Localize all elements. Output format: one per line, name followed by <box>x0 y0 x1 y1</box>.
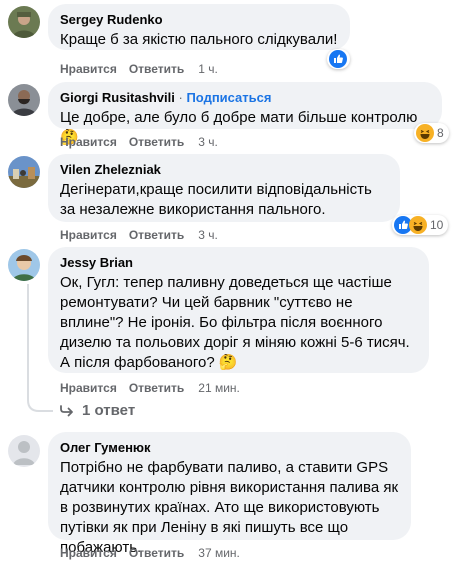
reply-link[interactable]: Ответить <box>129 62 184 76</box>
comment-author[interactable]: Sergey Rudenko <box>60 12 338 28</box>
reply-link[interactable]: Ответить <box>129 228 184 242</box>
timestamp[interactable]: 3 ч. <box>198 228 218 242</box>
like-link[interactable]: Нравится <box>60 62 117 76</box>
haha-icon <box>416 124 434 142</box>
comment-text: Краще б за якістю пального слідкували! <box>60 31 338 48</box>
avatar[interactable] <box>8 435 40 467</box>
comment-text: Ок, Гугл: тепер паливну доведеться ще ча… <box>60 273 417 373</box>
separator-dot: · <box>178 90 183 105</box>
reply-arrow-icon <box>60 404 73 416</box>
comment-actions: Нравится Ответить 3 ч. <box>60 134 230 150</box>
comment-author[interactable]: Giorgi Rusitashvili <box>60 90 175 105</box>
comment-author[interactable]: Vilen Zhelezniak <box>60 162 388 178</box>
comment-author[interactable]: Jessy Brian <box>60 255 417 271</box>
reaction-count: 10 <box>430 218 444 232</box>
replies-count[interactable]: 1 ответ <box>82 402 135 419</box>
reply-link[interactable]: Ответить <box>129 546 184 560</box>
timestamp[interactable]: 21 мин. <box>198 381 240 395</box>
comment-author-line: Giorgi Rusitashvili · Подписаться <box>60 90 430 106</box>
comment-bubble: Giorgi Rusitashvili · Подписаться Це доб… <box>48 82 442 146</box>
comment-author[interactable]: Олег Гуменюк <box>60 440 399 456</box>
comment-text: Дегінерати,краще посилити відповідальніс… <box>60 181 372 218</box>
like-icon <box>329 50 347 68</box>
avatar[interactable] <box>8 249 40 281</box>
view-replies-link[interactable]: 1 ответ <box>60 402 135 419</box>
comment-bubble: Олег Гуменюк Потрібно не фарбувати палив… <box>48 432 411 556</box>
reaction-count: 8 <box>437 126 444 140</box>
like-link[interactable]: Нравится <box>60 381 117 395</box>
like-link[interactable]: Нравится <box>60 546 117 560</box>
comment-actions: Нравится Ответить 37 мин. <box>60 545 252 561</box>
like-link[interactable]: Нравится <box>60 228 117 242</box>
haha-icon <box>409 216 427 234</box>
comment-text-body: Це добре, але було б добре мати більше к… <box>60 109 418 126</box>
reactions-summary[interactable] <box>327 49 350 69</box>
avatar[interactable] <box>8 6 40 38</box>
reply-link[interactable]: Ответить <box>129 381 184 395</box>
comment-bubble: Vilen Zhelezniak Дегінерати,краще посили… <box>48 154 400 222</box>
thread-connector <box>27 394 53 412</box>
thread-line <box>27 284 29 396</box>
thinking-emoji: 🤔 <box>218 354 238 371</box>
comment-actions: Нравится Ответить 3 ч. <box>60 227 230 243</box>
reply-link[interactable]: Ответить <box>129 135 184 149</box>
avatar[interactable] <box>8 156 40 188</box>
reactions-summary[interactable]: 8 <box>414 123 449 143</box>
comment-actions: Нравится Ответить 21 мин. <box>60 380 252 396</box>
follow-link[interactable]: Подписаться <box>186 90 271 105</box>
comment-actions: Нравится Ответить 1 ч. <box>60 61 230 77</box>
comment-bubble: Jessy Brian Ок, Гугл: тепер паливну дове… <box>48 247 429 373</box>
timestamp[interactable]: 37 мин. <box>198 546 240 560</box>
timestamp[interactable]: 3 ч. <box>198 135 218 149</box>
comment-bubble: Sergey Rudenko Краще б за якістю пальног… <box>48 4 350 50</box>
reactions-summary[interactable]: 10 <box>392 215 449 235</box>
like-link[interactable]: Нравится <box>60 135 117 149</box>
avatar[interactable] <box>8 84 40 116</box>
comment-text: Потрібно не фарбувати паливо, а ставити … <box>60 459 399 556</box>
timestamp[interactable]: 1 ч. <box>198 62 218 76</box>
